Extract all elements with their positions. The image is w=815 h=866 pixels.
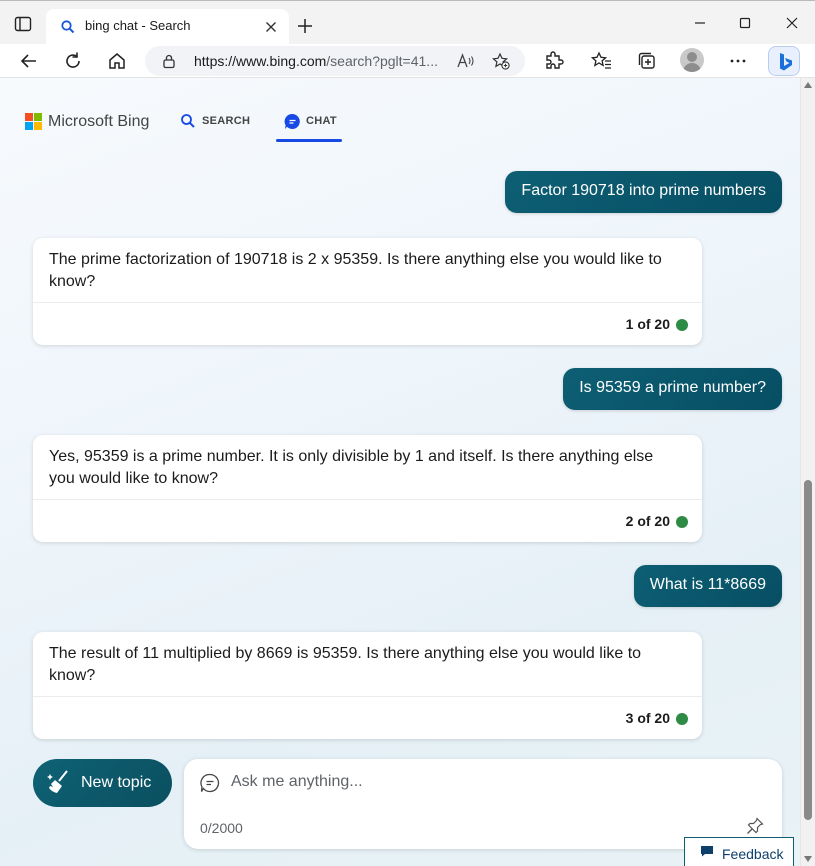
collections-icon[interactable]: [636, 50, 658, 72]
turn-counter: 3 of 20: [625, 710, 670, 726]
search-icon: [61, 20, 75, 34]
bot-message-text: The result of 11 multiplied by 8669 is 9…: [49, 645, 642, 684]
chat-icon: [284, 113, 300, 129]
broom-icon: [47, 770, 68, 793]
add-favorite-icon[interactable]: [492, 52, 510, 70]
url-path: /search?pglt=41...: [326, 53, 438, 69]
chat-composer[interactable]: 0/2000: [184, 759, 782, 849]
card-divider: [33, 302, 702, 303]
card-divider: [33, 499, 702, 500]
new-topic-label: New topic: [81, 774, 152, 791]
scroll-thumb[interactable]: [804, 480, 812, 820]
title-bar: bing chat - Search: [0, 0, 815, 45]
address-bar[interactable]: https://www.bing.com/search?pglt=41...: [145, 46, 525, 76]
bing-copilot-button[interactable]: [768, 46, 800, 76]
bot-response-card: The prime factorization of 190718 is 2 x…: [33, 238, 702, 345]
tab-actions-icon[interactable]: [14, 15, 32, 33]
card-divider: [33, 696, 702, 697]
character-count: 0/2000: [200, 820, 243, 836]
tab-search-label: SEARCH: [202, 115, 251, 127]
maximize-icon[interactable]: [735, 13, 755, 33]
chat-input[interactable]: [231, 770, 751, 794]
new-tab-icon[interactable]: [296, 17, 314, 35]
bing-logo-icon: [780, 53, 792, 71]
user-message: Factor 190718 into prime numbers: [505, 171, 782, 213]
url-text[interactable]: https://www.bing.com/search?pglt=41...: [194, 53, 438, 69]
bot-response-card: Yes, 95359 is a prime number. It is only…: [33, 435, 702, 542]
tab-chat-label: CHAT: [306, 115, 337, 127]
bot-message-text: Yes, 95359 is a prime number. It is only…: [49, 448, 654, 487]
back-icon[interactable]: [18, 50, 40, 72]
brand-name[interactable]: Microsoft Bing: [48, 113, 149, 131]
browser-tab[interactable]: bing chat - Search: [46, 9, 289, 45]
feedback-icon: [701, 846, 713, 857]
feedback-label: Feedback: [722, 846, 784, 862]
bot-response-card: The result of 11 multiplied by 8669 is 9…: [33, 632, 702, 739]
more-options-icon[interactable]: [727, 50, 749, 72]
user-message: What is 11*8669: [633, 565, 782, 607]
scroll-up-arrow-icon[interactable]: [804, 82, 812, 88]
close-tab-icon[interactable]: [263, 19, 279, 35]
home-icon[interactable]: [106, 50, 128, 72]
user-message: Is 95359 a prime number?: [563, 368, 782, 410]
turn-counter: 1 of 20: [625, 316, 670, 332]
close-window-icon[interactable]: [782, 13, 802, 33]
status-dot: [676, 516, 688, 528]
feedback-button[interactable]: Feedback: [684, 837, 794, 866]
refresh-icon[interactable]: [62, 50, 84, 72]
lock-icon[interactable]: [161, 53, 177, 69]
read-aloud-icon[interactable]: [457, 53, 475, 69]
bing-header: Microsoft Bing SEARCH CHAT: [0, 78, 800, 148]
page-scrollbar[interactable]: [800, 78, 815, 866]
bot-message-text: The prime factorization of 190718 is 2 x…: [49, 251, 662, 290]
tab-title: bing chat - Search: [85, 18, 191, 33]
search-icon: [181, 114, 195, 128]
bing-chat-page: Microsoft Bing SEARCH CHAT Factor 190718…: [0, 78, 800, 866]
turn-counter: 2 of 20: [625, 513, 670, 529]
url-host: https://www.bing.com: [194, 53, 327, 69]
pin-icon[interactable]: [746, 817, 764, 835]
avatar-body: [683, 63, 701, 72]
avatar-head: [687, 52, 697, 62]
microsoft-logo-icon: [25, 113, 43, 131]
favorites-icon[interactable]: [591, 50, 613, 72]
new-topic-button[interactable]: New topic: [33, 759, 172, 807]
profile-avatar[interactable]: [680, 48, 704, 72]
active-tab-indicator: [276, 139, 342, 142]
scroll-down-arrow-icon[interactable]: [804, 856, 812, 862]
status-dot: [676, 713, 688, 725]
extensions-icon[interactable]: [543, 50, 565, 72]
status-dot: [676, 319, 688, 331]
chat-bubble-icon: [200, 773, 220, 793]
minimize-icon[interactable]: [690, 13, 710, 33]
